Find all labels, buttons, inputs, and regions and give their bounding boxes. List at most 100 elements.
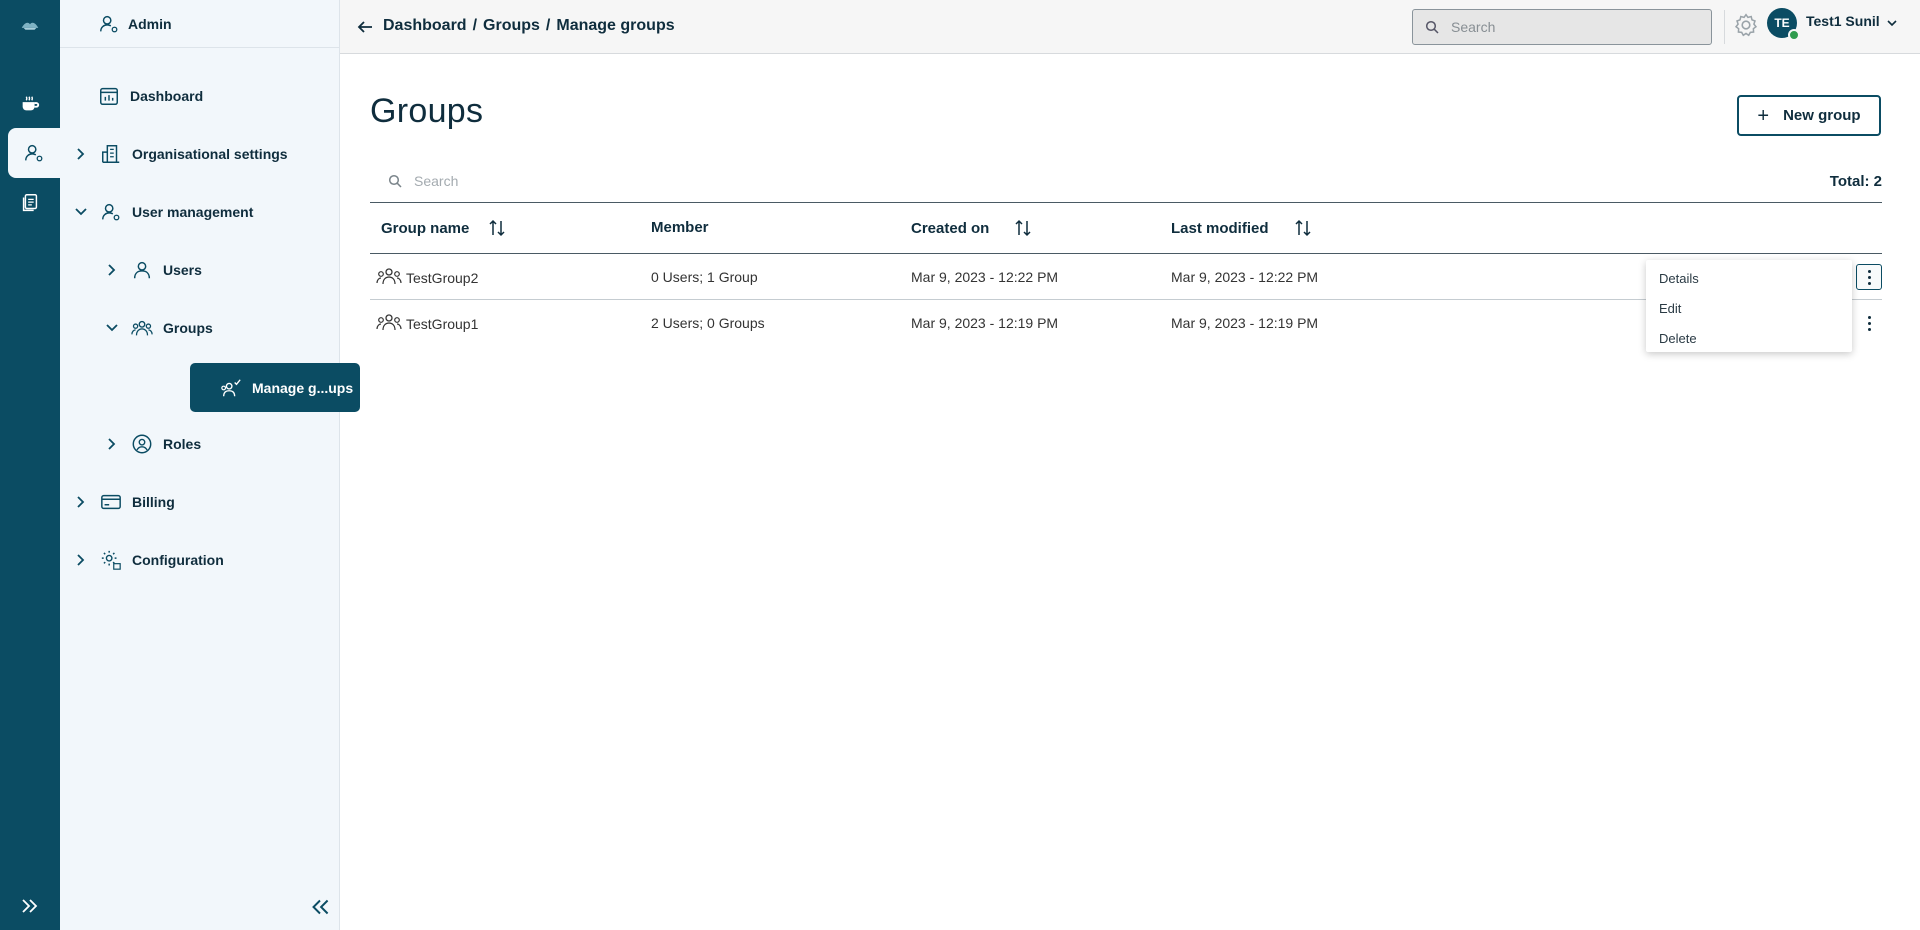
breadcrumb-dashboard[interactable]: Dashboard <box>383 17 467 35</box>
breadcrumb-groups[interactable]: Groups <box>483 17 540 35</box>
last-modified-cell: Mar 9, 2023 - 12:22 PM <box>1171 269 1319 285</box>
chevron-down-icon <box>106 324 118 332</box>
documents-icon[interactable] <box>0 178 60 228</box>
chevron-down-icon[interactable] <box>1886 16 1898 28</box>
sidebar-item-manage-groups[interactable]: Manage g...ups <box>190 363 360 412</box>
roles-icon <box>132 434 152 454</box>
sidebar-item-label: Organisational settings <box>132 146 288 162</box>
created-on-cell: Mar 9, 2023 - 12:22 PM <box>911 269 1059 285</box>
column-label: Member <box>651 219 709 236</box>
member-cell: 2 Users; 0 Groups <box>651 315 765 331</box>
sidebar-item-label: Manage g...ups <box>252 379 354 396</box>
breadcrumb-separator: / <box>545 17 551 34</box>
row-actions-kebab-icon[interactable] <box>1856 264 1882 290</box>
page-title: Groups <box>370 92 484 130</box>
global-search[interactable] <box>1412 9 1712 45</box>
sort-icon[interactable] <box>487 219 507 237</box>
sidebar-item-groups[interactable]: Groups <box>105 308 213 348</box>
divider <box>1724 10 1725 44</box>
group-icon <box>376 314 402 331</box>
chevron-right-icon <box>108 438 116 450</box>
plus-icon: + <box>1757 104 1770 127</box>
admin-user-icon <box>100 15 118 32</box>
sidebar-item-label: User management <box>132 204 254 220</box>
row-actions-kebab-icon[interactable] <box>1856 310 1882 336</box>
sidebar-item-dashboard[interactable]: Dashboard <box>98 76 203 116</box>
sidebar-item-billing[interactable]: Billing <box>74 482 175 522</box>
breadcrumb-separator: / <box>472 17 478 34</box>
sidebar-item-label: Users <box>163 262 202 278</box>
sidebar-item-user-management[interactable]: User management <box>74 192 253 232</box>
sidebar-item-configuration[interactable]: Configuration <box>74 540 224 580</box>
back-arrow-icon[interactable] <box>356 18 374 36</box>
table-header: Group name Member Created on Last modifi… <box>370 203 1882 254</box>
chevron-down-icon <box>75 208 87 216</box>
coffee-cup-icon[interactable] <box>0 79 60 129</box>
group-name: TestGroup2 <box>406 269 479 286</box>
sidebar-item-label: Roles <box>163 436 202 452</box>
column-label: Group name <box>381 219 470 237</box>
group-name-cell: TestGroup2 <box>376 268 479 286</box>
manage-groups-icon <box>221 378 241 396</box>
groups-icon <box>131 320 153 336</box>
global-search-input[interactable] <box>1451 19 1691 35</box>
user-name[interactable]: Test1 Sunil <box>1806 13 1880 29</box>
configuration-gear-icon <box>101 550 121 570</box>
chevron-right-icon <box>108 264 116 276</box>
breadcrumb-manage-groups: Manage groups <box>556 17 675 34</box>
total-count: Total: 2 <box>1829 173 1882 190</box>
menu-item-delete[interactable]: Delete <box>1646 323 1852 353</box>
sidebar-header-label: Admin <box>128 15 172 32</box>
search-icon <box>1425 20 1439 34</box>
sidebar-item-label: Dashboard <box>130 88 204 104</box>
sidebar-item-users[interactable]: Users <box>105 250 202 290</box>
group-name: TestGroup1 <box>406 315 479 332</box>
avatar-initials: TE <box>1774 16 1790 30</box>
settings-gear-icon[interactable] <box>1733 12 1759 38</box>
chevron-right-icon <box>77 148 85 160</box>
app-rail <box>0 0 60 930</box>
last-modified-cell: Mar 9, 2023 - 12:19 PM <box>1171 315 1319 331</box>
user-management-icon <box>102 203 120 221</box>
group-name-cell: TestGroup1 <box>376 314 479 332</box>
sidebar: Admin Dashboard Organisational settings … <box>60 0 360 930</box>
column-header-last-modified[interactable]: Last modified <box>1171 219 1313 237</box>
chevron-right-icon <box>77 496 85 508</box>
sidebar-item-label: Billing <box>132 494 175 510</box>
menu-item-details[interactable]: Details <box>1646 263 1852 293</box>
menu-item-edit[interactable]: Edit <box>1646 293 1852 323</box>
sidebar-item-label: Groups <box>163 320 213 336</box>
user-icon <box>133 261 151 279</box>
billing-card-icon <box>101 494 121 510</box>
sidebar-item-label: Configuration <box>132 552 224 568</box>
group-icon <box>376 268 402 285</box>
member-cell: 0 Users; 1 Group <box>651 269 758 285</box>
expand-rail-icon[interactable] <box>18 894 42 918</box>
dashboard-icon <box>100 87 118 105</box>
sidebar-header: Admin <box>60 0 339 48</box>
column-header-created-on[interactable]: Created on <box>911 219 1033 237</box>
avatar[interactable]: TE <box>1767 8 1800 41</box>
breadcrumb: Dashboard / Groups / Manage groups <box>383 17 675 35</box>
top-bar: Dashboard / Groups / Manage groups TE Te… <box>340 0 1920 54</box>
online-status-badge <box>1788 29 1800 41</box>
new-group-button[interactable]: + New group <box>1737 95 1881 136</box>
column-label: Created on <box>911 219 990 237</box>
column-header-group-name[interactable]: Group name <box>381 219 507 237</box>
new-group-label: New group <box>1783 107 1861 124</box>
created-on-cell: Mar 9, 2023 - 12:19 PM <box>911 315 1059 331</box>
sort-icon[interactable] <box>1013 219 1033 237</box>
column-header-member: Member <box>651 219 709 236</box>
user-admin-icon[interactable] <box>8 128 60 178</box>
building-icon <box>102 145 120 163</box>
sidebar-item-roles[interactable]: Roles <box>105 424 201 464</box>
app-logo-icon[interactable] <box>0 2 60 52</box>
table-search[interactable]: Total: 2 <box>370 160 1882 203</box>
column-label: Last modified <box>1171 219 1269 237</box>
collapse-sidebar-icon[interactable] <box>307 894 333 920</box>
sidebar-item-organisational-settings[interactable]: Organisational settings <box>74 134 288 174</box>
table-search-input[interactable] <box>414 173 814 189</box>
chevron-right-icon <box>77 554 85 566</box>
search-icon <box>388 174 402 188</box>
sort-icon[interactable] <box>1293 219 1313 237</box>
